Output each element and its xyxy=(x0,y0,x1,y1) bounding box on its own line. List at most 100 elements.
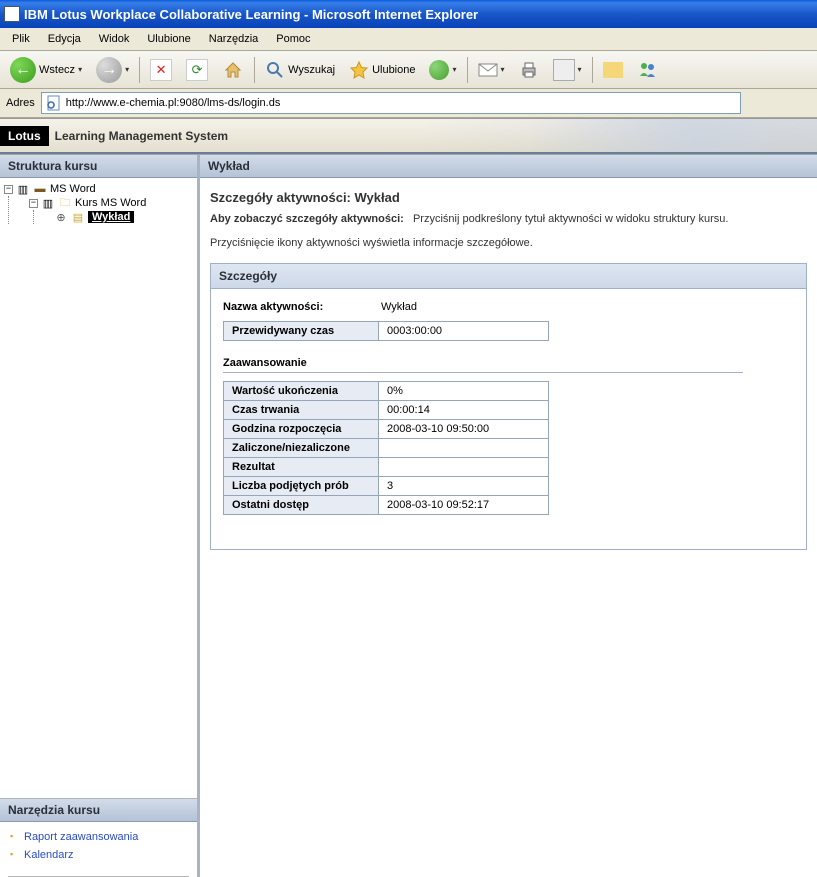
folder-button[interactable] xyxy=(599,60,627,80)
table-row: Czas trwania00:00:14 xyxy=(224,401,549,420)
favorites-label: Ulubione xyxy=(372,64,415,76)
help-text: Aby zobaczyć szczegóły aktywności: Przyc… xyxy=(200,209,817,229)
progress-table: Wartość ukończenia0% Czas trwania00:00:1… xyxy=(223,381,549,515)
tree-activity[interactable]: ⊕ ▤ Wykład xyxy=(54,210,193,224)
address-field[interactable] xyxy=(41,92,741,114)
back-arrow-icon xyxy=(10,57,36,83)
search-button[interactable]: Wyszukaj xyxy=(261,58,339,82)
duration-value: 00:00:14 xyxy=(379,401,549,420)
url-input[interactable] xyxy=(66,97,736,109)
search-icon xyxy=(265,60,285,80)
messenger-button[interactable] xyxy=(633,58,663,82)
tool-calendar[interactable]: Kalendarz xyxy=(24,849,74,861)
dropdown-icon: ▾ xyxy=(501,65,505,74)
toolbar: Wstecz ▾ ▾ ✕ ⟳ Wyszukaj Ulubione ▾ ▾ ▾ xyxy=(0,51,817,89)
home-button[interactable] xyxy=(218,57,248,83)
tool-progress-report[interactable]: Raport zaawansowania xyxy=(24,831,138,843)
time-table: Przewidywany czas 0003:00:00 xyxy=(223,321,549,341)
table-row: Przewidywany czas 0003:00:00 xyxy=(224,322,549,341)
activity-icon[interactable]: ▤ xyxy=(71,211,85,223)
lotus-header: Lotus Learning Management System xyxy=(0,118,817,154)
connector-icon: ⊕ xyxy=(54,211,68,223)
address-label: Adres xyxy=(6,97,35,109)
result-label: Rezultat xyxy=(224,458,379,477)
help-label: Aby zobaczyć szczegóły aktywności: xyxy=(210,213,404,225)
print-button[interactable] xyxy=(515,58,543,82)
lastaccess-label: Ostatni dostęp xyxy=(224,496,379,515)
print-icon xyxy=(519,60,539,80)
course-tree: − ▥ ▬ MS Word − ▥ 🗀 Kurs MS Word ⊕ ▤ Wyk… xyxy=(0,178,197,798)
messenger-icon xyxy=(637,60,659,80)
tree-activity-link[interactable]: Wykład xyxy=(92,211,130,223)
help-text-2: Przyciśnięcie ikony aktywności wyświetla… xyxy=(200,229,817,263)
address-bar: Adres xyxy=(0,89,817,118)
back-label: Wstecz xyxy=(39,64,75,76)
start-label: Godzina rozpoczęcia xyxy=(224,420,379,439)
sidebar: Struktura kursu − ▥ ▬ MS Word − ▥ 🗀 Kurs… xyxy=(0,155,200,877)
tree-root[interactable]: − ▥ ▬ MS Word xyxy=(4,182,193,196)
home-icon xyxy=(222,59,244,81)
passfail-label: Zaliczone/niezaliczone xyxy=(224,439,379,458)
menu-help[interactable]: Pomoc xyxy=(268,30,318,48)
menu-file[interactable]: Plik xyxy=(4,30,38,48)
collapse-icon[interactable]: − xyxy=(4,185,13,194)
menu-edit[interactable]: Edycja xyxy=(40,30,89,48)
separator xyxy=(592,57,593,83)
separator xyxy=(139,57,140,83)
forward-button[interactable]: ▾ xyxy=(92,55,133,85)
collapse-icon[interactable]: − xyxy=(29,199,38,208)
tool-item: Kalendarz xyxy=(10,846,187,864)
tools-header: Narzędzia kursu xyxy=(0,799,197,822)
book-icon: ▬ xyxy=(33,183,47,195)
edit-button[interactable]: ▾ xyxy=(549,57,586,83)
activity-name-label: Nazwa aktywności: xyxy=(223,301,353,313)
mail-icon xyxy=(478,62,498,78)
dropdown-icon: ▾ xyxy=(125,65,129,74)
menu-view[interactable]: Widok xyxy=(91,30,138,48)
folder-icon xyxy=(603,62,623,78)
window-title: IBM Lotus Workplace Collaborative Learni… xyxy=(24,7,478,22)
search-label: Wyszukaj xyxy=(288,64,335,76)
time-label: Przewidywany czas xyxy=(224,322,379,341)
content-subheader: Szczegóły aktywności: Wykład xyxy=(200,178,817,209)
table-row: Wartość ukończenia0% xyxy=(224,382,549,401)
refresh-button[interactable]: ⟳ xyxy=(182,57,212,83)
stop-icon: ✕ xyxy=(150,59,172,81)
structure-header: Struktura kursu xyxy=(0,155,197,178)
table-row: Zaliczone/niezaliczone xyxy=(224,439,549,458)
tree-root-label: MS Word xyxy=(50,183,96,195)
completion-label: Wartość ukończenia xyxy=(224,382,379,401)
app-icon xyxy=(4,6,20,22)
history-icon xyxy=(429,60,449,80)
favorites-button[interactable]: Ulubione xyxy=(345,58,419,82)
table-row: Rezultat xyxy=(224,458,549,477)
separator xyxy=(467,57,468,83)
passfail-value xyxy=(379,439,549,458)
tree-course-label: Kurs MS Word xyxy=(75,197,146,209)
table-row: Ostatni dostęp2008-03-10 09:52:17 xyxy=(224,496,549,515)
duration-label: Czas trwania xyxy=(224,401,379,420)
time-value: 0003:00:00 xyxy=(379,322,549,341)
menu-favorites[interactable]: Ulubione xyxy=(139,30,198,48)
header-decoration xyxy=(417,119,817,152)
help-body: Przyciśnij podkreślony tytuł aktywności … xyxy=(413,213,728,225)
lotus-title: Learning Management System xyxy=(49,129,228,143)
table-row: Liczba podjętych prób3 xyxy=(224,477,549,496)
back-button[interactable]: Wstecz ▾ xyxy=(6,55,86,85)
dropdown-icon: ▾ xyxy=(452,65,456,74)
folder-icon: 🗀 xyxy=(58,197,72,209)
start-value: 2008-03-10 09:50:00 xyxy=(379,420,549,439)
page-icon xyxy=(46,95,62,111)
history-button[interactable]: ▾ xyxy=(425,58,460,82)
menu-tools[interactable]: Narzędzia xyxy=(201,30,267,48)
menubar: Plik Edycja Widok Ulubione Narzędzia Pom… xyxy=(0,28,817,51)
dropdown-icon: ▾ xyxy=(78,65,82,74)
details-box: Szczegóły Nazwa aktywności: Wykład Przew… xyxy=(210,263,807,550)
attempts-value: 3 xyxy=(379,477,549,496)
tree-course[interactable]: − ▥ 🗀 Kurs MS Word xyxy=(29,196,193,210)
content-header: Wykład xyxy=(200,155,817,178)
refresh-icon: ⟳ xyxy=(186,59,208,81)
stop-button[interactable]: ✕ xyxy=(146,57,176,83)
mail-button[interactable]: ▾ xyxy=(474,60,509,80)
lotus-logo: Lotus xyxy=(0,126,49,146)
